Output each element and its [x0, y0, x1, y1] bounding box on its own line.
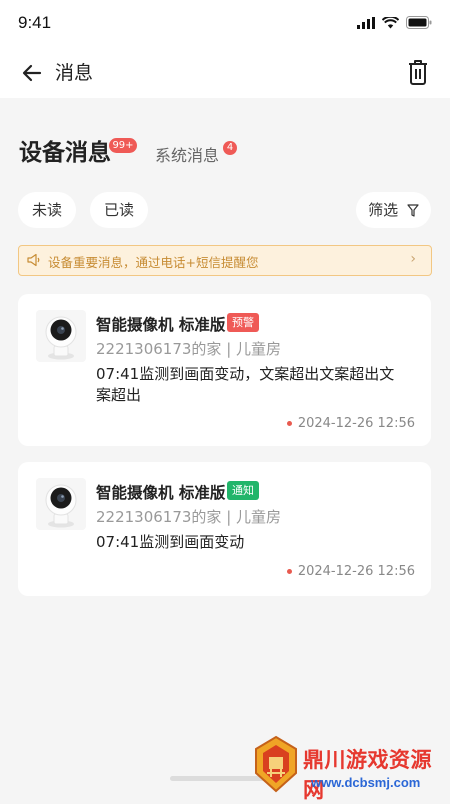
device-location: 2221306173的家 | 儿童房: [96, 508, 282, 526]
status-time: 9:41: [18, 13, 52, 32]
timestamp-text: 2024-12-26 12:56: [297, 564, 415, 579]
camera-thumbnail: [36, 310, 86, 362]
filter-read-chip[interactable]: 已读: [90, 192, 148, 228]
system-unread-badge: 4: [223, 141, 237, 155]
camera-icon: [45, 484, 77, 528]
notice-tag: 通知: [227, 481, 259, 500]
battery-icon: [406, 16, 432, 29]
watermark-logo-icon: [255, 735, 297, 793]
unread-dot: [286, 421, 292, 426]
message-tabs: 设备消息 99+ 系统消息 4: [0, 98, 450, 188]
device-unread-badge: 99+: [109, 138, 137, 153]
camera-icon: [45, 316, 77, 360]
message-card[interactable]: 智能摄像机 标准版 预警 2221306173的家 | 儿童房 07:41监测到…: [18, 294, 431, 446]
chevron-right-icon: ›: [410, 251, 416, 267]
message-card[interactable]: 智能摄像机 标准版 通知 2221306173的家 | 儿童房 07:41监测到…: [18, 462, 431, 596]
status-bar: 9:41: [0, 0, 450, 48]
watermark: 鼎川游戏资源网 www.dcbsmj.com: [245, 730, 450, 802]
back-arrow-icon[interactable]: [20, 60, 46, 86]
nav-bar: 消息: [0, 48, 450, 98]
timestamp-text: 2024-12-26 12:56: [297, 416, 415, 431]
filter-unread-chip[interactable]: 未读: [18, 192, 76, 228]
speaker-icon: [27, 253, 40, 267]
device-name: 智能摄像机 标准版: [96, 316, 226, 334]
camera-thumbnail: [36, 478, 86, 530]
message-timestamp: 2024-12-26 12:56: [286, 564, 415, 579]
wifi-icon: [382, 16, 399, 28]
filter-label: 筛选: [368, 201, 399, 219]
watermark-url: www.dcbsmj.com: [311, 775, 421, 790]
filter-button[interactable]: 筛选: [356, 192, 431, 228]
device-location: 2221306173的家 | 儿童房: [96, 340, 282, 358]
tab-device-messages[interactable]: 设备消息: [19, 133, 111, 167]
message-timestamp: 2024-12-26 12:56: [286, 416, 415, 431]
message-description: 07:41监测到画面变动: [96, 533, 245, 551]
notice-text: 设备重要消息，通过电话+短信提醒您: [48, 255, 259, 270]
funnel-icon: [407, 204, 419, 217]
device-name: 智能摄像机 标准版: [96, 484, 226, 502]
trash-icon[interactable]: [406, 58, 430, 86]
message-description: 07:41监测到画面变动，文案超出文案超出文案超出: [96, 365, 395, 404]
notice-banner[interactable]: 设备重要消息，通过电话+短信提醒您 ›: [18, 245, 432, 276]
tab-system-messages[interactable]: 系统消息: [155, 142, 219, 166]
alert-tag: 预警: [227, 313, 259, 332]
page-title: 消息: [55, 62, 94, 84]
watermark-name: 鼎川游戏资源网: [303, 748, 432, 802]
status-icons: [357, 16, 432, 29]
signal-icon: [357, 16, 375, 29]
unread-dot: [286, 569, 292, 574]
